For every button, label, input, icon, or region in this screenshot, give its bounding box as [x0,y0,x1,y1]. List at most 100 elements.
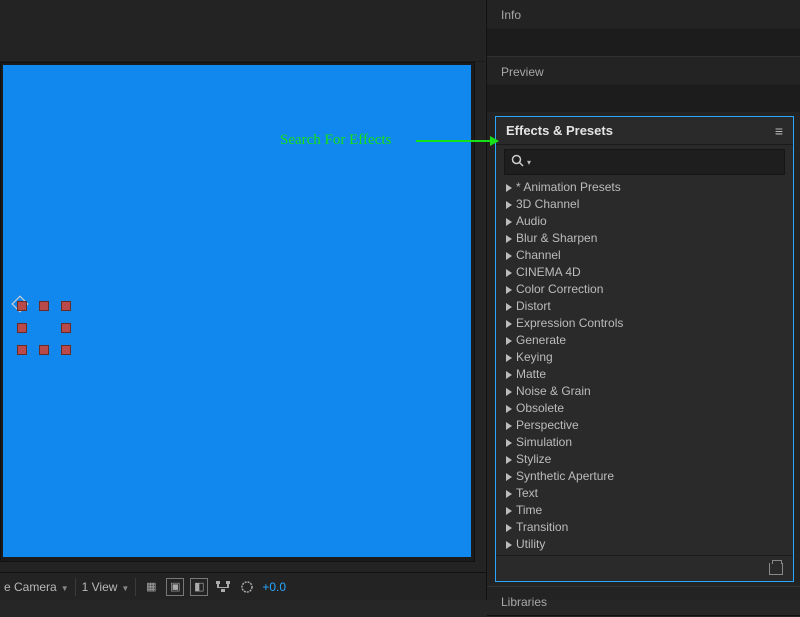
effects-category-row[interactable]: Obsolete [506,400,787,417]
reset-exposure-icon[interactable] [238,578,256,596]
effects-category-label: Stylize [516,451,551,468]
effects-category-label: Transition [516,519,568,536]
effects-category-row[interactable]: Matte [506,366,787,383]
effects-category-row[interactable]: Time [506,502,787,519]
transform-handle[interactable] [39,301,49,311]
effects-category-label: Color Correction [516,281,603,298]
effects-category-label: Simulation [516,434,572,451]
disclosure-triangle-icon[interactable] [506,269,512,277]
effects-category-row[interactable]: Perspective [506,417,787,434]
disclosure-triangle-icon[interactable] [506,286,512,294]
disclosure-triangle-icon[interactable] [506,354,512,362]
exposure-value[interactable]: +0.0 [262,580,286,594]
effects-category-row[interactable]: Stylize [506,451,787,468]
disclosure-triangle-icon[interactable] [506,235,512,243]
transform-handle[interactable] [17,323,27,333]
effects-category-row[interactable]: Transition [506,519,787,536]
effects-category-row[interactable]: * Animation Presets [506,179,787,196]
disclosure-triangle-icon[interactable] [506,388,512,396]
composition-canvas-wrap [0,62,475,562]
effects-category-label: Text [516,485,538,502]
effects-category-label: Time [516,502,542,519]
info-panel-tab[interactable]: Info [487,0,800,30]
effects-category-row[interactable]: Expression Controls [506,315,787,332]
effects-search-row: ▾ [504,149,785,175]
disclosure-triangle-icon[interactable] [506,201,512,209]
effects-category-row[interactable]: Text [506,485,787,502]
transform-handle[interactable] [17,301,27,311]
disclosure-triangle-icon[interactable] [506,218,512,226]
transform-handle[interactable] [61,323,71,333]
effects-category-label: Perspective [516,417,579,434]
effects-category-row[interactable]: Generate [506,332,787,349]
panel-gap [487,30,800,56]
effects-category-label: Expression Controls [516,315,623,332]
effects-category-label: CINEMA 4D [516,264,581,281]
disclosure-triangle-icon[interactable] [506,184,512,192]
effects-category-label: 3D Channel [516,196,579,213]
effects-search-input[interactable] [533,155,778,169]
search-dropdown-caret-icon[interactable]: ▾ [527,158,531,167]
effects-category-label: Keying [516,349,553,366]
transform-handle[interactable] [39,345,49,355]
disclosure-triangle-icon[interactable] [506,320,512,328]
transform-handle[interactable] [61,301,71,311]
effects-category-row[interactable]: 3D Channel [506,196,787,213]
effects-category-row[interactable]: Simulation [506,434,787,451]
effects-category-row[interactable]: Audio [506,213,787,230]
toggle-mask-icon[interactable]: ▣ [166,578,184,596]
composition-canvas[interactable] [3,65,471,557]
effects-panel-header: Effects & Presets ≡ [496,117,793,145]
panel-gap [487,86,800,112]
libraries-panel-tab[interactable]: Libraries [487,586,800,616]
disclosure-triangle-icon[interactable] [506,439,512,447]
effects-category-label: Utility [516,536,545,553]
transform-handle[interactable] [61,345,71,355]
effects-category-row[interactable]: CINEMA 4D [506,264,787,281]
effects-category-label: Noise & Grain [516,383,591,400]
effects-category-label: Generate [516,332,566,349]
effects-category-row[interactable]: Channel [506,247,787,264]
disclosure-triangle-icon[interactable] [506,473,512,481]
effects-category-label: Audio [516,213,547,230]
panel-menu-icon[interactable]: ≡ [775,123,783,139]
disclosure-triangle-icon[interactable] [506,252,512,260]
disclosure-triangle-icon[interactable] [506,524,512,532]
disclosure-triangle-icon[interactable] [506,490,512,498]
separator [75,578,76,596]
effects-category-label: Channel [516,247,561,264]
disclosure-triangle-icon[interactable] [506,405,512,413]
effects-category-label: Matte [516,366,546,383]
effects-category-row[interactable]: Keying [506,349,787,366]
camera-dropdown[interactable]: e Camera [4,580,69,594]
disclosure-triangle-icon[interactable] [506,337,512,345]
new-bin-icon[interactable] [769,563,783,575]
viewer-status-bar: e Camera 1 View ▦ ▣ ◧ +0.0 [0,572,486,600]
effects-category-label: Synthetic Aperture [516,468,614,485]
effects-category-row[interactable]: Utility [506,536,787,553]
effects-presets-panel: Effects & Presets ≡ ▾ * Animation Preset… [495,116,794,582]
transform-handle[interactable] [17,345,27,355]
effects-category-tree: * Animation Presets3D ChannelAudioBlur &… [496,177,793,555]
disclosure-triangle-icon[interactable] [506,507,512,515]
disclosure-triangle-icon[interactable] [506,541,512,549]
effects-category-label: Blur & Sharpen [516,230,597,247]
effects-category-row[interactable]: Blur & Sharpen [506,230,787,247]
snapshot-flowchart-icon[interactable] [214,578,232,596]
effects-category-row[interactable]: Synthetic Aperture [506,468,787,485]
viewer-topbar [0,0,485,62]
region-of-interest-icon[interactable]: ◧ [190,578,208,596]
view-count-dropdown[interactable]: 1 View [82,580,130,594]
selected-layer[interactable] [17,301,73,357]
disclosure-triangle-icon[interactable] [506,422,512,430]
effects-category-row[interactable]: Noise & Grain [506,383,787,400]
disclosure-triangle-icon[interactable] [506,371,512,379]
effects-panel-footer [496,555,793,581]
effects-category-row[interactable]: Distort [506,298,787,315]
toggle-transparency-grid-icon[interactable]: ▦ [142,578,160,596]
preview-panel-tab[interactable]: Preview [487,56,800,86]
effects-category-row[interactable]: Color Correction [506,281,787,298]
disclosure-triangle-icon[interactable] [506,303,512,311]
disclosure-triangle-icon[interactable] [506,456,512,464]
effects-category-label: Distort [516,298,551,315]
